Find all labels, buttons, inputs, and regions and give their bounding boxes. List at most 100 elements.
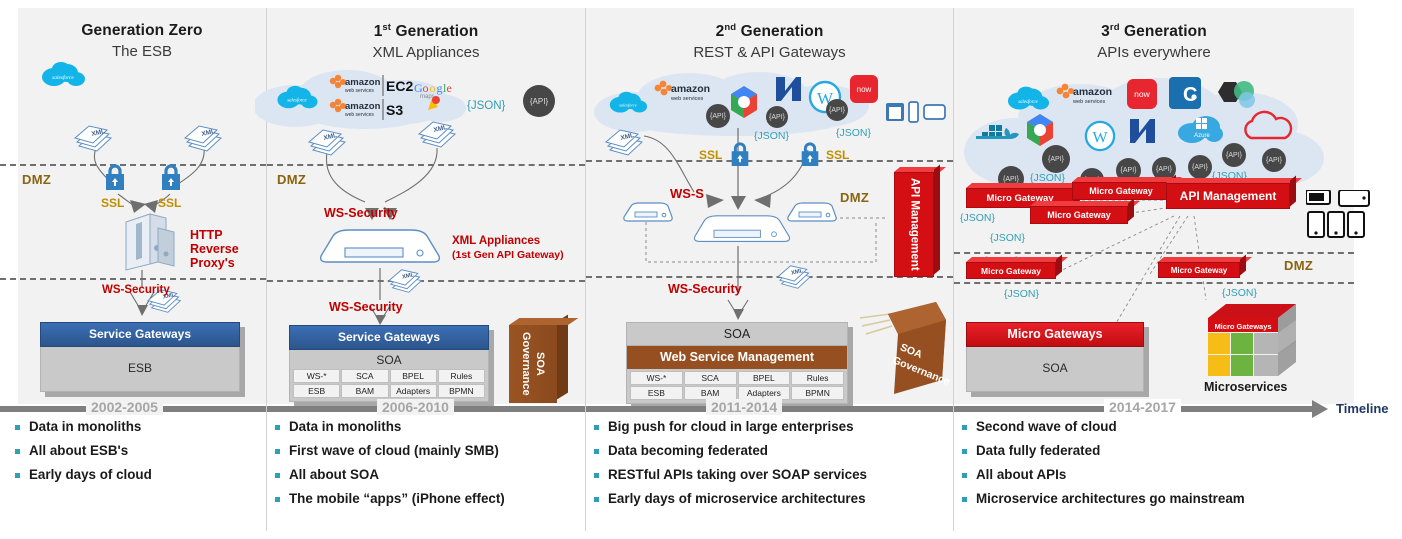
micro-gateway-block: Micro Gateway (1158, 254, 1252, 278)
panel-title-block: 3rd Generation APIs everywhere (954, 22, 1354, 61)
soa-cell: BAM (341, 384, 389, 398)
api-management-label: API Management (908, 178, 921, 271)
json-label: {JSON} (467, 100, 506, 112)
panel-subtitle: XML Appliances (372, 44, 480, 62)
xml-document-stack: XML (776, 264, 816, 296)
list-item: Data in monoliths (15, 419, 152, 435)
micro-gateway-label: Micro Gateway (1170, 265, 1228, 275)
soa-cell: Rules (437, 369, 485, 383)
ssl-label-right: SSL (158, 196, 182, 210)
soa-cell: ESB (293, 384, 341, 398)
list-item: All about APIs (962, 467, 1245, 483)
soa-cell: BPEL (737, 371, 791, 385)
panel-title: Generation Zero (81, 22, 203, 39)
bullet-list: Data in monoliths All about ESB's Early … (15, 419, 152, 491)
http-proxy-label: HTTP Reverse Proxy's (190, 228, 239, 270)
panel-title-block: 2nd Generation REST & API Gateways (586, 22, 953, 61)
dmz-label: DMZ (22, 172, 52, 187)
panel-subtitle: The ESB (111, 43, 173, 60)
dmz-label: DMZ (1284, 258, 1314, 273)
micro-gateways-soa-block: Micro Gateways SOA (966, 322, 1149, 397)
bullet-list: Big push for cloud in large enterprises … (594, 419, 867, 515)
xml-appliance-label: XML Appliances (1st Gen API Gateway) (452, 235, 564, 261)
service-gateway-block: Service Gateways SOA WS-* SCA BPEL Rules… (289, 325, 494, 407)
soa-cell: SCA (341, 369, 389, 383)
list-item: All about SOA (275, 467, 505, 483)
gateway-body-label: ESB (40, 347, 240, 392)
timeline-label: Timeline (1336, 401, 1389, 416)
panel-title: 2nd Generation (715, 22, 824, 41)
json-label: {JSON} (1222, 287, 1258, 299)
micro-gateways-cap-label: Micro Gateways (966, 322, 1144, 347)
micro-gateway-label: Micro Gateway (1047, 210, 1111, 220)
soa-body-label: SOA (966, 347, 1144, 392)
api-management-block: API Management (1166, 175, 1302, 209)
list-item: Data becoming federated (594, 443, 867, 459)
soa-governance-label: SOA Governance (520, 332, 546, 396)
panel-title-block: Generation Zero The ESB (18, 22, 266, 60)
json-label: {JSON} (960, 212, 996, 224)
list-item: Data in monoliths (275, 419, 505, 435)
timeline-year: 2014-2017 (1104, 399, 1181, 415)
list-item: Data fully federated (962, 443, 1245, 459)
timeline-year: 2011-2014 (706, 399, 783, 415)
panel-subtitle: APIs everywhere (1097, 44, 1211, 62)
panel-first-generation: 1st Generation XML Appliances salesforce (253, 0, 585, 539)
xml-document-stack: XML (307, 128, 351, 163)
timeline-year: 2006-2010 (377, 399, 454, 415)
timeline-arrow (1312, 400, 1328, 418)
web-service-management-label: Web Service Management (626, 346, 848, 369)
panel-second-generation: 2nd Generation REST & API Gateways sales… (586, 0, 953, 539)
panel-subtitle: REST & API Gateways (693, 44, 846, 62)
cube-cap-label: Micro Gateways (1214, 322, 1271, 331)
gateway-body-label: SOA (376, 353, 402, 367)
small-appliance-left (622, 202, 674, 229)
ssl-lock-icon (102, 162, 128, 197)
ssl-lock-icon (728, 140, 752, 173)
soa-capability-grid: WS-* SCA BPEL Rules ESB BAM Adapters BPM… (290, 367, 488, 401)
soa-cell: WS-* (630, 371, 683, 385)
soa-capability-grid: WS-* SCA BPEL Rules ESB BAM Adapters BPM… (627, 369, 847, 403)
panel-title-block: 1st Generation XML Appliances (267, 22, 585, 61)
micro-gateway-label: Micro Gateway (981, 265, 1041, 276)
ssl-label-left: SSL (699, 148, 723, 162)
list-item: All about ESB's (15, 443, 152, 459)
xml-document-stack: XML (183, 124, 227, 159)
ssl-label-left: SSL (101, 196, 125, 210)
soa-cell: Adapters (389, 384, 437, 398)
api-management-block: API Management (894, 164, 946, 277)
ssl-lock-icon (158, 162, 184, 197)
soa-cell: Rules (791, 371, 844, 385)
list-item: First wave of cloud (mainly SMB) (275, 443, 505, 459)
json-label: {JSON} (990, 232, 1026, 244)
json-label: {JSON} (1004, 288, 1040, 300)
microservices-label: Microservices (1204, 380, 1288, 394)
bullet-list: Second wave of cloud Data fully federate… (962, 419, 1245, 515)
gateway-cap-label: Service Gateways (289, 325, 489, 350)
micro-gateway-block: Micro Gateway (966, 254, 1068, 279)
soa-cell: BPMN (791, 386, 844, 400)
micro-gateway-block: Micro Gateway (1030, 198, 1140, 224)
bullet-list: Data in monoliths First wave of cloud (m… (275, 419, 505, 515)
list-item: RESTful APIs taking over SOAP services (594, 467, 867, 483)
ws-security-label: WS-Security (668, 282, 742, 296)
soa-cell: BPMN (437, 384, 485, 398)
panel-title: 3rd Generation (1101, 22, 1207, 41)
soa-cell: BAM (683, 386, 737, 400)
ws-security-label: WS-Security (102, 284, 170, 296)
device-icons (1305, 189, 1374, 243)
panel-third-generation: 3rd Generation APIs everywhere salesforc… (954, 0, 1402, 539)
json-label-left: {JSON} (754, 130, 790, 142)
xml-document-stack: XML (387, 268, 427, 300)
dmz-label: DMZ (277, 172, 307, 187)
timeline-year: 2002-2005 (86, 399, 163, 415)
xml-document-stack: XML (417, 120, 461, 155)
soa-cell: WS-* (293, 369, 341, 383)
soa-cell: ESB (630, 386, 683, 400)
ws-security-label-bottom: WS-Security (329, 300, 403, 314)
list-item: Early days of microservice architectures (594, 491, 867, 507)
api-gateway-appliance (690, 212, 794, 255)
soa-cell: BPEL (389, 369, 437, 383)
xml-document-stack: XML (73, 124, 117, 159)
gateway-cap-label: Service Gateways (40, 322, 240, 347)
